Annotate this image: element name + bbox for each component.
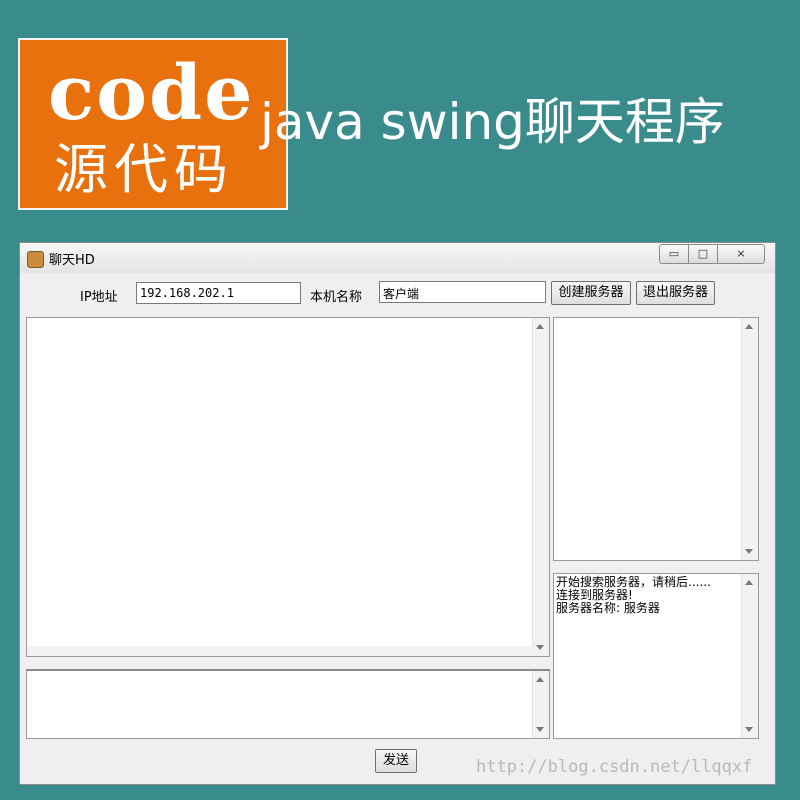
title-bar[interactable]: 聊天HD ▭ □ ⨯ [20, 243, 775, 273]
java-app-icon [27, 251, 44, 268]
host-name-field[interactable]: 客户端 [379, 281, 546, 303]
scroll-up-icon[interactable] [745, 324, 753, 329]
scroll-down-icon[interactable] [745, 727, 753, 732]
status-log-scrollbar[interactable] [741, 574, 758, 738]
scroll-down-icon[interactable] [745, 549, 753, 554]
window-title: 聊天HD [49, 253, 95, 268]
chat-horizontal-scrollbar[interactable] [27, 646, 533, 656]
maximize-icon: □ [697, 247, 709, 260]
chat-scrollbar[interactable] [532, 318, 549, 656]
logo-word: code [48, 48, 255, 137]
minimize-button[interactable]: ▭ [659, 244, 689, 264]
logo-subtitle: 源代码 [54, 138, 234, 201]
close-button[interactable]: ⨯ [717, 244, 765, 264]
chat-window: 聊天HD ▭ □ ⨯ IP地址 192.168.202.1 本机名称 客户端 创… [19, 242, 776, 785]
scroll-up-icon[interactable] [536, 324, 544, 329]
scroll-up-icon[interactable] [536, 677, 544, 682]
chat-messages-area[interactable] [26, 317, 550, 657]
scroll-down-icon[interactable] [536, 727, 544, 732]
send-button[interactable]: 发送 [375, 749, 417, 773]
scroll-down-icon[interactable] [536, 645, 544, 650]
status-log: 开始搜索服务器，请稍后...... 连接到服务器! 服务器名称: 服务器 [556, 576, 740, 615]
ip-address-field[interactable]: 192.168.202.1 [136, 282, 301, 304]
ip-label: IP地址 [80, 290, 118, 305]
exit-server-button[interactable]: 退出服务器 [636, 281, 715, 305]
create-server-button[interactable]: 创建服务器 [551, 281, 631, 305]
close-icon: ⨯ [736, 247, 746, 260]
status-line: 服务器名称: 服务器 [556, 601, 660, 615]
watermark: http://blog.csdn.net/llqqxf [476, 757, 753, 777]
user-list[interactable] [553, 317, 759, 561]
host-name-label: 本机名称 [310, 290, 363, 305]
message-input[interactable] [26, 669, 550, 739]
minimize-icon: ▭ [668, 247, 680, 260]
logo: code 源代码 [18, 38, 288, 210]
status-log-panel[interactable]: 开始搜索服务器，请稍后...... 连接到服务器! 服务器名称: 服务器 [553, 573, 759, 739]
scroll-up-icon[interactable] [745, 580, 753, 585]
maximize-button[interactable]: □ [688, 244, 718, 264]
user-list-scrollbar[interactable] [741, 318, 758, 560]
banner-title: java swing聊天程序 [260, 93, 725, 151]
input-scrollbar[interactable] [532, 671, 549, 738]
